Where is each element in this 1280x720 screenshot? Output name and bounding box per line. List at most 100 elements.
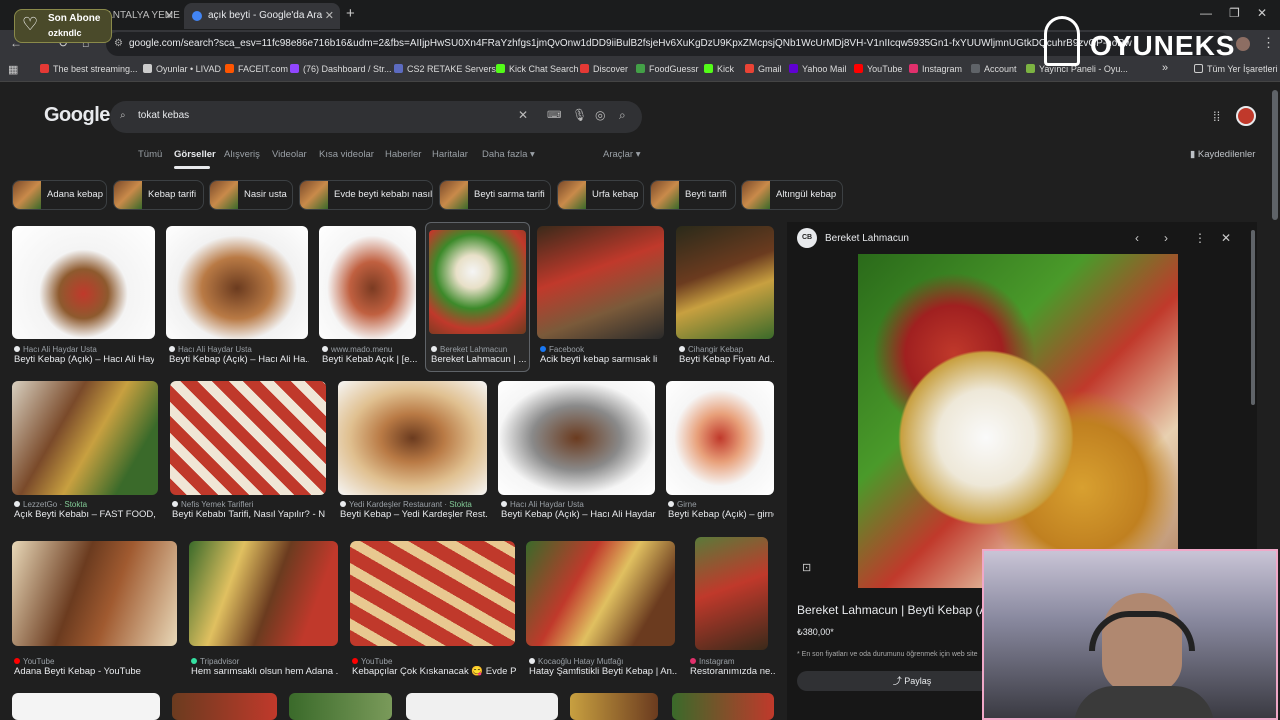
result-image[interactable] [350,541,515,646]
bookmark-item[interactable]: FoodGuessr [636,64,699,74]
result-image[interactable] [319,226,416,339]
result-caption[interactable]: Kebapçılar Çok Kıskanacak 😋 Evde P... [352,666,516,677]
result-caption[interactable]: Beyti Kebap – Yedi Kardeşler Rest... [340,509,488,520]
filter-tools[interactable]: Araçlar ▾ [603,149,641,160]
result-image[interactable] [12,226,155,339]
new-tab-button[interactable]: + [346,5,355,22]
chip-altingul[interactable]: Altıngül kebap [741,180,843,210]
result-image[interactable] [429,230,526,334]
panel-source-name[interactable]: Bereket Lahmacun [825,233,909,244]
result-caption[interactable]: Beyti Kebap Fiyatı Ad... [679,354,774,365]
bookmark-item[interactable]: Gmail [745,64,782,74]
close-icon[interactable]: ✕ [325,3,334,29]
bookmark-item[interactable]: Discover [580,64,628,74]
maximize-icon[interactable]: ❐ [1229,6,1240,20]
close-panel-icon[interactable]: ✕ [1221,231,1231,245]
panel-scrollbar[interactable] [1251,230,1255,405]
more-options-icon[interactable]: ⋮ [1194,231,1206,245]
bookmark-item[interactable]: Kick Chat Search [496,64,579,74]
result-caption[interactable]: Acik beyti kebap sarmısak li [540,354,665,365]
result-caption[interactable]: Açık Beyti Kebabı – FAST FOOD, ... [14,509,159,520]
all-bookmarks[interactable]: Tüm Yer İşaretleri [1194,64,1278,74]
result-image[interactable] [170,381,326,495]
tab-search[interactable]: açık beyti - Google'da Ara ✕ [184,3,340,29]
clear-icon[interactable]: ✕ [518,108,528,122]
search-input[interactable]: tokat kebas [138,110,189,121]
result-caption[interactable]: Beyti Kebap (Açık) – Hacı Ali Hay... [14,354,154,365]
result-image[interactable] [695,537,768,650]
bookmark-item[interactable]: Kick [704,64,734,74]
result-caption[interactable]: Beyti Kebap (Açık) – girne [668,509,774,520]
bookmark-item[interactable]: Account [971,64,1017,74]
result-image[interactable] [498,381,655,495]
bookmark-item[interactable]: Oyunlar • LIVAD [143,64,221,74]
result-image[interactable] [289,693,392,720]
filter-short-videos[interactable]: Kısa videolar [319,149,374,160]
result-caption[interactable]: Hatay Şamfistikli Beyti Kebap | An... [529,666,677,677]
saved-link[interactable]: ▮ Kaydedilenler [1190,149,1255,160]
chip-beyti-tarifi[interactable]: Beyti tarifi [650,180,736,210]
chip-urfa-kebap[interactable]: Urfa kebap [557,180,644,210]
page-scrollbar[interactable] [1272,90,1278,220]
result-caption[interactable]: Restoranımızda ne... [690,666,775,677]
menu-icon[interactable]: ⋮ [1262,35,1275,51]
site-info-icon[interactable]: ⚙ [114,32,123,56]
result-image[interactable] [12,541,177,646]
window-close-icon[interactable]: ✕ [1257,6,1267,20]
more-bookmarks-icon[interactable]: » [1162,62,1168,74]
chip-beyti-sarma[interactable]: Beyti sarma tarifi [439,180,551,210]
profile-avatar[interactable] [1236,37,1250,51]
result-image[interactable] [676,226,774,339]
account-avatar[interactable] [1236,106,1256,126]
filter-more[interactable]: Daha fazla ▾ [482,149,535,160]
result-image[interactable] [166,226,308,339]
result-image[interactable] [406,693,558,720]
result-caption[interactable]: Beyti Kebap (Açık) – Hacı Ali Haydar... [501,509,656,520]
lens-icon[interactable]: ◎ [595,108,605,122]
minimize-icon[interactable]: — [1200,6,1212,20]
keyboard-icon[interactable]: ⌨ [547,110,561,121]
result-image[interactable] [172,693,277,720]
microphone-icon[interactable]: 🎙 [572,108,587,122]
bookmark-item[interactable]: YouTube [854,64,902,74]
result-caption[interactable]: Beyti Kebap (Açık) – Hacı Ali Ha... [169,354,309,365]
filter-maps[interactable]: Haritalar [432,149,468,160]
filter-images[interactable]: Görseller [174,149,216,160]
result-image[interactable] [537,226,664,339]
result-image[interactable] [666,381,774,495]
bookmark-item[interactable]: Yahoo Mail [789,64,846,74]
result-caption[interactable]: Adana Beyti Kebap - YouTube [14,666,174,677]
search-submit-icon[interactable]: ⌕ [619,108,626,123]
filter-news[interactable]: Haberler [385,149,421,160]
result-image[interactable] [12,381,158,495]
filter-shopping[interactable]: Alışveriş [224,149,260,160]
chip-adana-kebap[interactable]: Adana kebap [12,180,107,210]
result-image[interactable] [526,541,675,646]
chip-evde-beyti[interactable]: Evde beyti kebabı nasıl [299,180,433,210]
result-caption[interactable]: Bereket Lahmacun | ... [431,354,526,365]
filter-videos[interactable]: Videolar [272,149,307,160]
close-icon[interactable]: ✕ [165,3,174,29]
next-icon[interactable]: › [1164,231,1168,245]
filter-all[interactable]: Tümü [138,149,162,160]
result-caption[interactable]: Beyti Kebabı Tarifi, Nasıl Yapılır? - N.… [172,509,326,520]
result-image[interactable] [672,693,774,720]
bookmark-item[interactable]: The best streaming... [40,64,138,74]
preview-image[interactable] [858,254,1178,588]
result-image[interactable] [570,693,658,720]
result-image[interactable] [338,381,487,495]
result-image[interactable] [12,693,160,720]
previous-icon[interactable]: ‹ [1135,231,1139,245]
chip-nasir-usta[interactable]: Nasir usta [209,180,293,210]
google-apps-icon[interactable]: ⁞⁞ [1213,109,1220,124]
bookmark-item[interactable]: FACEIT.com [225,64,288,74]
result-caption[interactable]: Hem sarımsaklı olsun hem Adana ... [191,666,339,677]
result-image[interactable] [189,541,338,646]
chip-kebap-tarifi[interactable]: Kebap tarifi [113,180,204,210]
search-box[interactable]: ⌕ tokat kebas ✕ ⌨ 🎙 ◎ ⌕ [110,101,642,133]
lens-search-icon[interactable]: ⊡ [802,561,811,574]
apps-icon[interactable]: ▦ [8,63,18,76]
bookmark-item[interactable]: Instagram [909,64,962,74]
result-caption[interactable]: Beyti Kebab Açık | [e... [322,354,417,365]
bookmark-item[interactable]: CS2 RETAKE Servers... [394,64,503,74]
